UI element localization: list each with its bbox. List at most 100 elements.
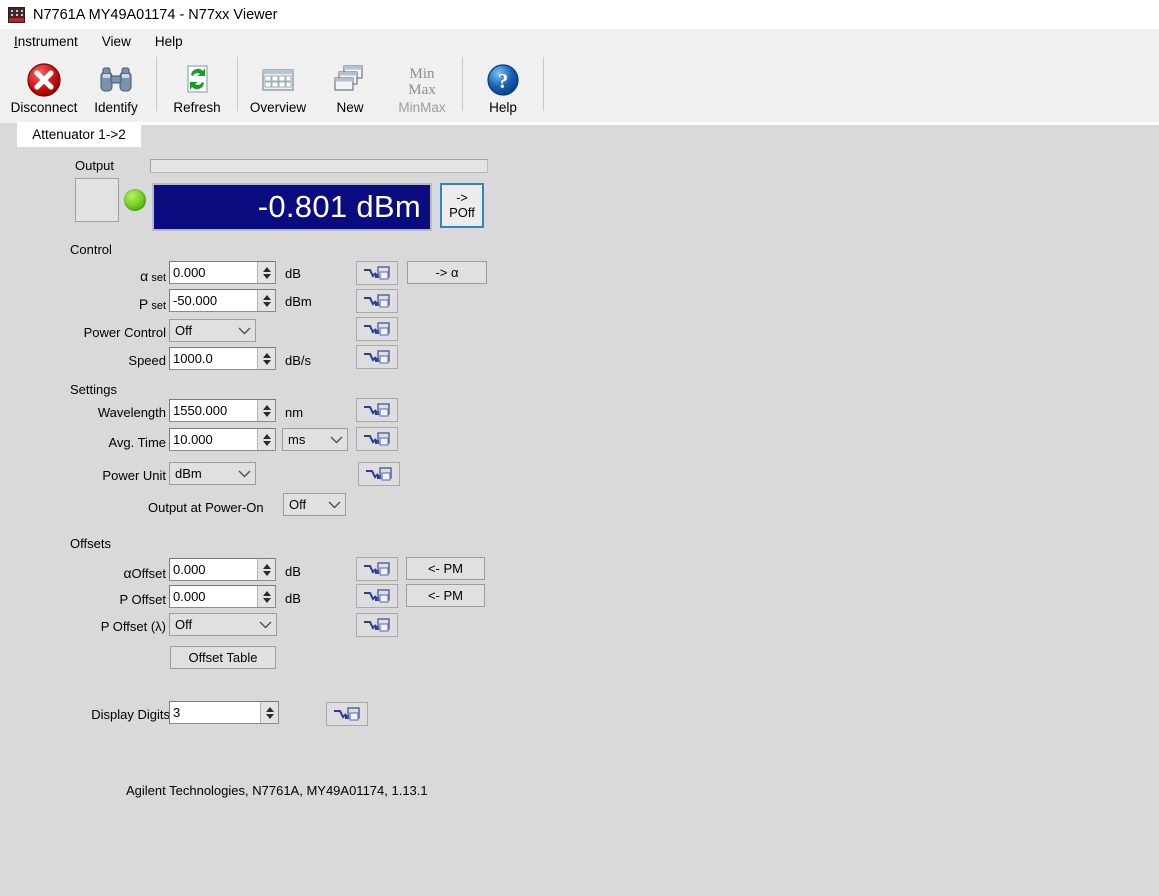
toolbar-button-overview[interactable]: Overview: [242, 55, 314, 123]
logging-button-p-offset-lambda[interactable]: [356, 613, 398, 637]
spinner-alpha-set[interactable]: [257, 262, 275, 283]
red-x-circle-icon: [24, 60, 64, 100]
dropdown-avg-time-unit[interactable]: ms: [282, 428, 348, 451]
menu-instrument[interactable]: Instrument: [14, 32, 92, 51]
logging-button-power-unit[interactable]: [358, 462, 400, 486]
dropdown-power-unit[interactable]: dBm: [169, 462, 256, 485]
label-power-unit: Power Unit: [60, 468, 166, 483]
button-to-alpha-label: -> α: [435, 265, 458, 280]
chevron-down-icon: [254, 621, 276, 629]
label-power-control: Power Control: [50, 325, 166, 340]
output-progress-bar: [150, 159, 488, 173]
label-display-digits: Display Digits: [60, 707, 170, 722]
unit-p-set: dBm: [285, 294, 312, 309]
toolbar-label-overview: Overview: [250, 100, 306, 116]
logging-button-alpha-offset[interactable]: [356, 557, 398, 581]
section-title-settings: Settings: [70, 382, 117, 397]
input-wavelength-value: 1550.000: [170, 400, 257, 421]
input-wavelength[interactable]: 1550.000: [169, 399, 276, 422]
input-p-offset-value: 0.000: [170, 586, 257, 607]
svg-text:?: ?: [498, 69, 509, 93]
input-alpha-set-value: 0.000: [170, 262, 257, 283]
label-p-offset-lambda: P Offset (λ): [60, 619, 166, 634]
button-pm-alpha-offset-label: <- PM: [428, 561, 463, 576]
spinner-avg-time[interactable]: [257, 429, 275, 450]
input-speed-value: 1000.0: [170, 348, 257, 369]
dropdown-output-at-power-on[interactable]: Off: [283, 493, 346, 516]
spinner-p-offset[interactable]: [257, 586, 275, 607]
power-display-value: -0.801 dBm: [258, 189, 421, 225]
label-output-at-power-on: Output at Power-On: [148, 500, 278, 515]
toolbar-button-minmax[interactable]: Min Max MinMax: [386, 55, 458, 123]
input-display-digits[interactable]: 3: [169, 701, 279, 724]
toolbar-label-new: New: [336, 100, 363, 116]
output-toggle-button[interactable]: [75, 178, 119, 222]
button-pm-alpha-offset[interactable]: <- PM: [406, 557, 485, 580]
input-avg-time[interactable]: 10.000: [169, 428, 276, 451]
power-off-arrow-label: ->: [456, 191, 467, 205]
toolbar-button-identify[interactable]: Identify: [80, 55, 152, 123]
logging-button-p-offset[interactable]: [356, 584, 398, 608]
spinner-speed[interactable]: [257, 348, 275, 369]
toolbar-separator-4: [543, 57, 544, 111]
toolbar-label-minmax: MinMax: [398, 100, 445, 116]
power-display: -0.801 dBm: [152, 183, 432, 231]
dropdown-p-offset-lambda[interactable]: Off: [169, 613, 277, 636]
label-p-set: P set: [70, 296, 166, 312]
window-title: N7761A MY49A01174 - N77xx Viewer: [33, 7, 278, 23]
logging-button-speed[interactable]: [356, 345, 398, 369]
instrument-icon: [8, 7, 25, 23]
button-offset-table-label: Offset Table: [189, 650, 258, 665]
input-p-offset[interactable]: 0.000: [169, 585, 276, 608]
toolbar-button-disconnect[interactable]: Disconnect: [8, 55, 80, 123]
section-title-control: Control: [70, 242, 112, 257]
unit-alpha-set: dB: [285, 266, 301, 281]
button-pm-p-offset[interactable]: <- PM: [406, 584, 485, 607]
binoculars-icon: [96, 60, 136, 100]
logging-button-avg-time[interactable]: [356, 427, 398, 451]
logging-button-wavelength[interactable]: [356, 398, 398, 422]
footer-instrument-info: Agilent Technologies, N7761A, MY49A01174…: [126, 783, 428, 798]
button-offset-table[interactable]: Offset Table: [170, 646, 276, 669]
button-to-alpha[interactable]: -> α: [407, 261, 487, 284]
spinner-display-digits[interactable]: [260, 702, 278, 723]
input-speed[interactable]: 1000.0: [169, 347, 276, 370]
unit-alpha-offset: dB: [285, 564, 301, 579]
dropdown-output-at-power-on-value: Off: [284, 497, 323, 512]
menu-bar: Instrument View Help: [0, 29, 1159, 55]
input-alpha-offset[interactable]: 0.000: [169, 558, 276, 581]
input-alpha-set[interactable]: 0.000: [169, 261, 276, 284]
power-off-button[interactable]: -> POff: [440, 183, 484, 228]
toolbar-separator-2: [237, 57, 238, 111]
toolbar-button-refresh[interactable]: Refresh: [161, 55, 233, 123]
cascade-windows-icon: [330, 60, 370, 100]
unit-wavelength: nm: [285, 405, 303, 420]
tab-strip: Attenuator 1->2: [0, 123, 1159, 147]
logging-button-power-control[interactable]: [356, 317, 398, 341]
toolbar-button-help[interactable]: ? Help: [467, 55, 539, 123]
toolbar-separator-1: [156, 57, 157, 111]
button-pm-p-offset-label: <- PM: [428, 588, 463, 603]
label-speed: Speed: [70, 353, 166, 368]
dropdown-avg-time-unit-value: ms: [283, 432, 325, 447]
menu-view[interactable]: View: [102, 32, 145, 51]
tab-attenuator-1-2[interactable]: Attenuator 1->2: [17, 122, 141, 147]
spinner-p-set[interactable]: [257, 290, 275, 311]
toolbar-button-new[interactable]: New: [314, 55, 386, 123]
input-p-set-value: -50.000: [170, 290, 257, 311]
spinner-alpha-offset[interactable]: [257, 559, 275, 580]
menu-help[interactable]: Help: [155, 32, 197, 51]
logging-button-alpha-set[interactable]: [356, 261, 398, 285]
input-p-set[interactable]: -50.000: [169, 289, 276, 312]
section-title-offsets: Offsets: [70, 536, 111, 551]
logging-button-p-set[interactable]: [356, 289, 398, 313]
spinner-wavelength[interactable]: [257, 400, 275, 421]
chevron-down-icon: [325, 436, 347, 444]
input-alpha-offset-value: 0.000: [170, 559, 257, 580]
dropdown-p-offset-lambda-value: Off: [170, 617, 254, 632]
input-avg-time-value: 10.000: [170, 429, 257, 450]
dropdown-power-control[interactable]: Off: [169, 319, 256, 342]
logging-button-display-digits[interactable]: [326, 702, 368, 726]
refresh-page-icon: [177, 60, 217, 100]
label-wavelength: Wavelength: [60, 405, 166, 420]
